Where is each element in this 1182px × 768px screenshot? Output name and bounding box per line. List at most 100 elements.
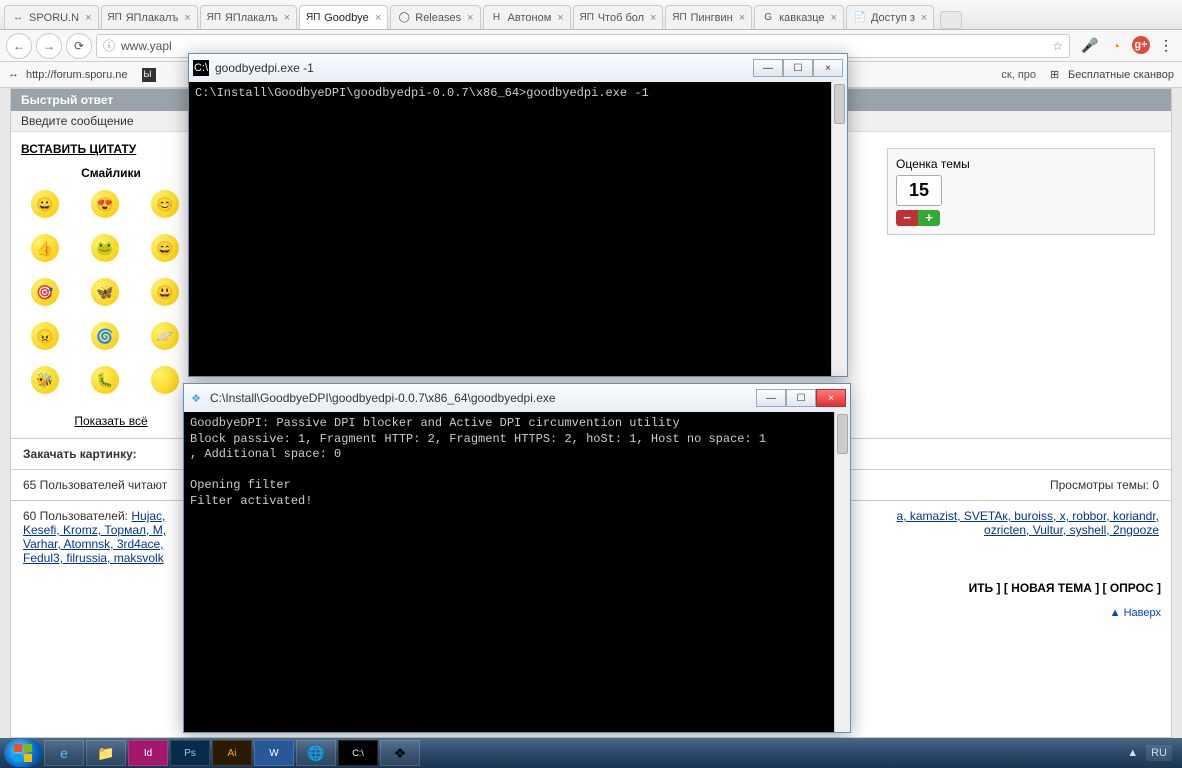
tab-close-icon[interactable]: × — [375, 12, 381, 24]
smilies-heading: Смайлики — [21, 166, 201, 180]
gplus-icon[interactable]: g+ — [1132, 36, 1150, 54]
smiley-icon[interactable]: 🌀 — [91, 322, 119, 350]
browser-tab[interactable]: ЯПЯПлакалъ× — [101, 5, 198, 29]
tab-label: Releases — [415, 12, 461, 24]
tab-close-icon[interactable]: × — [831, 12, 837, 24]
bookmark-label: http://forum.sporu.ne — [26, 69, 128, 81]
taskbar-explorer[interactable]: 📁 — [86, 740, 126, 766]
bookmark-star-icon[interactable]: ☆ — [1052, 39, 1063, 53]
taskbar-word[interactable]: W — [254, 740, 294, 766]
taskbar-ie[interactable]: e — [44, 740, 84, 766]
close-button[interactable]: × — [816, 389, 846, 407]
smiley-icon[interactable]: 😀 — [31, 190, 59, 218]
smiley-icon[interactable] — [151, 366, 179, 394]
bm-icon: ↔ — [8, 68, 22, 82]
tab-close-icon[interactable]: × — [467, 12, 473, 24]
smiley-icon[interactable]: 🪐 — [151, 322, 179, 350]
reload-button[interactable]: ⟳ — [66, 33, 92, 59]
smiley-icon[interactable]: 🦋 — [91, 278, 119, 306]
tab-label: SPORU.N — [29, 12, 79, 24]
tab-close-icon[interactable]: × — [650, 12, 656, 24]
taskbar-ps[interactable]: Ps — [170, 740, 210, 766]
minimize-button[interactable]: — — [753, 59, 783, 77]
browser-tab[interactable]: ◯ Releases × — [390, 5, 480, 29]
grid-icon: ⊞ — [1050, 68, 1064, 82]
taskbar-ai[interactable]: Ai — [212, 740, 252, 766]
favicon: ◯ — [397, 11, 411, 25]
rate-down-button[interactable]: − — [896, 210, 918, 226]
favicon: 📄 — [853, 11, 867, 25]
browser-tab[interactable]: Gкавказце× — [754, 5, 844, 29]
smiley-icon[interactable]: 🐝 — [31, 366, 59, 394]
tab-close-icon[interactable]: × — [85, 12, 91, 24]
smiley-icon[interactable]: 🐸 — [91, 234, 119, 262]
cmd-icon: C:\ — [193, 60, 209, 76]
smiley-icon[interactable]: 😍 — [91, 190, 119, 218]
insert-quote-button[interactable]: ВСТАВИТЬ ЦИТАТУ — [21, 142, 201, 156]
browser-tab[interactable]: ↔SPORU.N× — [4, 5, 99, 29]
show-all-link[interactable]: Показать всё — [21, 414, 201, 428]
smiley-icon[interactable]: 😊 — [151, 190, 179, 218]
tab-close-icon[interactable]: × — [284, 12, 290, 24]
smiley-icon[interactable]: 🐛 — [91, 366, 119, 394]
bookmark-1[interactable]: ↔ http://forum.sporu.ne — [8, 68, 128, 82]
taskbar-app[interactable]: ❖ — [380, 740, 420, 766]
user-links-right[interactable]: a, kamazist, SVETAк, buroiss, x, robbor,… — [897, 509, 1159, 537]
rating-label: Оценка темы — [896, 157, 1146, 171]
browser-tab[interactable]: ЯПGoodbye× — [299, 5, 388, 29]
rate-up-button[interactable]: + — [918, 210, 940, 226]
browser-tab[interactable]: ЯПЯПлакалъ× — [200, 5, 297, 29]
ext-icon-1[interactable]: ◔ — [1106, 36, 1126, 56]
titlebar[interactable]: C:\ goodbyedpi.exe -1 — ☐ × — [189, 54, 847, 82]
smiley-icon[interactable]: 😠 — [31, 322, 59, 350]
scrollbar[interactable] — [831, 82, 847, 376]
tab-close-icon[interactable]: × — [739, 12, 745, 24]
favicon: G — [761, 11, 775, 25]
smiley-icon[interactable]: 👍 — [31, 234, 59, 262]
terminal-output[interactable]: GoodbyeDPI: Passive DPI blocker and Acti… — [184, 412, 850, 732]
tray-flag-icon[interactable]: ▲ — [1127, 747, 1138, 759]
smiley-icon[interactable]: 🎯 — [31, 278, 59, 306]
menu-icon[interactable]: ⋮ — [1156, 36, 1176, 56]
browser-tab[interactable]: ЯППингвин× — [665, 5, 752, 29]
rating-box: Оценка темы 15 − + — [887, 148, 1155, 235]
smiley-icon[interactable]: 😄 — [151, 234, 179, 262]
new-tab-button[interactable] — [940, 11, 962, 29]
titlebar[interactable]: ❖ C:\Install\GoodbyeDPI\goodbyedpi-0.0.7… — [184, 384, 850, 412]
tab-label: Автоном — [508, 12, 552, 24]
maximize-button[interactable]: ☐ — [783, 59, 813, 77]
smiley-icon[interactable]: 😃 — [151, 278, 179, 306]
taskbar-id[interactable]: Id — [128, 740, 168, 766]
tab-close-icon[interactable]: × — [184, 12, 190, 24]
tab-close-icon[interactable]: × — [557, 12, 563, 24]
terminal-line: C:\Install\GoodbyeDPI\goodbyedpi-0.0.7\x… — [195, 86, 649, 100]
taskbar-cmd[interactable]: C:\ — [338, 740, 378, 766]
start-button[interactable] — [4, 739, 42, 767]
tab-label: ЯПлакалъ — [225, 12, 278, 24]
url-suffix: ск, про — [1001, 69, 1036, 81]
forward-button[interactable]: → — [36, 33, 62, 59]
favicon: ЯП — [672, 11, 686, 25]
back-button[interactable]: ← — [6, 33, 32, 59]
maximize-button[interactable]: ☐ — [786, 389, 816, 407]
close-button[interactable]: × — [813, 59, 843, 77]
bookmark-2[interactable]: Ы — [142, 68, 156, 82]
console-window-2: ❖ C:\Install\GoodbyeDPI\goodbyedpi-0.0.7… — [183, 383, 851, 733]
url-text: www.yapl — [121, 39, 172, 53]
minimize-button[interactable]: — — [756, 389, 786, 407]
terminal-output[interactable]: C:\Install\GoodbyeDPI\goodbyedpi-0.0.7\x… — [189, 82, 847, 376]
taskbar-chrome[interactable]: 🌐 — [296, 740, 336, 766]
scrollbar[interactable] — [834, 412, 850, 732]
browser-tab[interactable]: ЯПЧтоб бол× — [573, 5, 664, 29]
scrollbar-thumb[interactable] — [837, 414, 848, 454]
favicon: H — [490, 11, 504, 25]
browser-tab[interactable]: 📄Доступ з× — [846, 5, 934, 29]
site-info-icon[interactable]: ⓘ — [103, 37, 115, 54]
scrollbar-thumb[interactable] — [834, 84, 845, 124]
browser-tab[interactable]: H Автоном × — [483, 5, 571, 29]
mic-icon[interactable]: 🎤 — [1080, 36, 1100, 56]
tab-close-icon[interactable]: × — [921, 12, 927, 24]
lang-indicator[interactable]: RU — [1146, 745, 1172, 761]
views-count: Просмотры темы: 0 — [1050, 478, 1159, 492]
bookmark-3[interactable]: ⊞Бесплатные сканвор — [1050, 68, 1174, 82]
